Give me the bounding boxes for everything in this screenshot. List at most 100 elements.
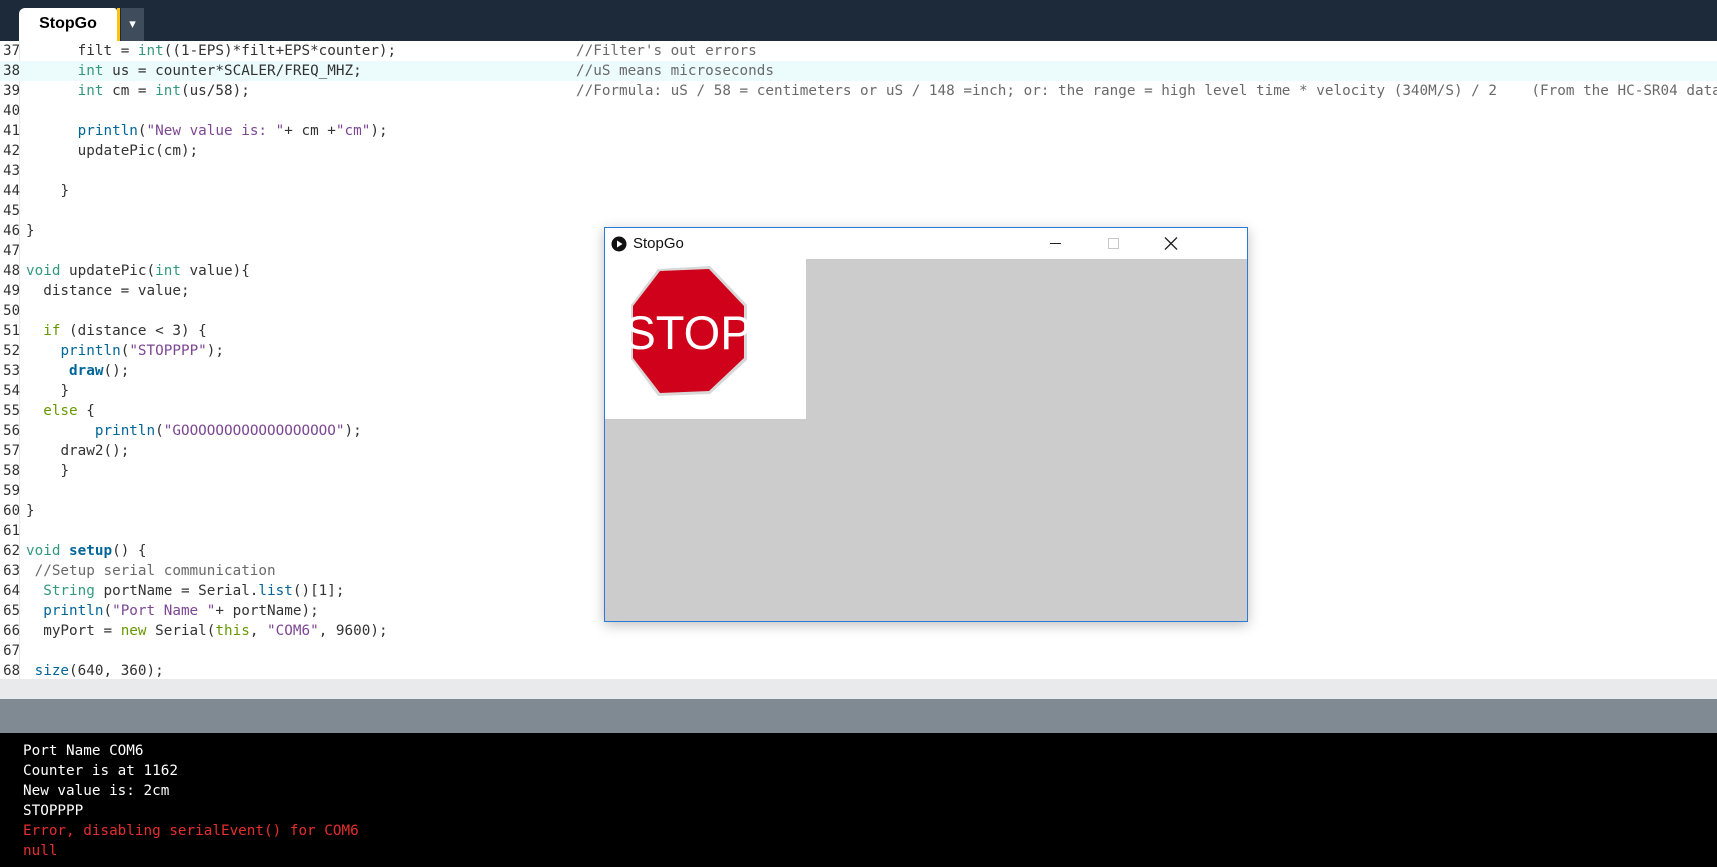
code-token: filt =: [77, 43, 138, 59]
sketch-window-titlebar[interactable]: StopGo: [605, 228, 1247, 259]
minimize-button[interactable]: [1026, 228, 1084, 259]
code-token: us = counter*SCALER/FREQ_MHZ;: [103, 63, 362, 79]
code-token: (distance < 3) {: [60, 323, 207, 339]
code-line[interactable]: 67: [0, 641, 1717, 661]
code-token: {: [77, 403, 95, 419]
code-token: (: [137, 123, 147, 139]
code-token: "Port Name ": [112, 603, 216, 619]
sketch-window-title: StopGo: [633, 235, 684, 252]
code-token: int: [77, 83, 104, 99]
code-token: );: [206, 343, 224, 359]
code-text: int us = counter*SCALER/FREQ_MHZ;: [26, 61, 362, 81]
code-text: draw2();: [26, 441, 129, 461]
close-button[interactable]: [1142, 228, 1200, 259]
code-line[interactable]: 37 filt = int((1-EPS)*filt+EPS*counter);…: [0, 41, 1717, 61]
line-number: 49: [3, 283, 20, 299]
code-line[interactable]: 42 updatePic(cm);: [0, 141, 1717, 161]
line-number: 66: [3, 623, 20, 639]
console-line: STOPPPP: [23, 803, 84, 819]
console-line: Port Name COM6: [23, 743, 144, 759]
code-text: println("GOOOOOOOOOOOOOOOOOO");: [26, 421, 362, 441]
code-token: Serial(: [146, 623, 216, 639]
code-token: ()[1];: [292, 583, 345, 599]
code-token: //Setup serial communication: [34, 563, 276, 579]
line-number: 40: [3, 103, 20, 119]
code-token: value){: [180, 263, 250, 279]
code-line[interactable]: 45: [0, 201, 1717, 221]
code-text: }: [26, 461, 69, 481]
line-number: 50: [3, 303, 20, 319]
stop-sign-image: STOP: [605, 259, 806, 419]
console-output[interactable]: Port Name COM6 Counter is at 1162 New valu…: [0, 733, 1717, 867]
code-line[interactable]: 40: [0, 101, 1717, 121]
code-token: (: [103, 603, 113, 619]
code-token: String: [43, 583, 95, 599]
code-token: (us/58);: [180, 83, 250, 99]
code-token: new: [120, 623, 147, 639]
sketch-canvas[interactable]: STOP: [605, 259, 1247, 621]
code-line[interactable]: 68 size(640, 360);: [0, 661, 1717, 679]
code-line[interactable]: 38 int us = counter*SCALER/FREQ_MHZ; //uS…: [0, 61, 1717, 81]
code-token: println: [77, 123, 138, 139]
line-number: 39: [3, 83, 20, 99]
line-number: 41: [3, 123, 20, 139]
line-number: 67: [3, 643, 20, 659]
code-token: distance = value;: [43, 283, 190, 299]
code-token: (640, 360);: [69, 663, 164, 679]
code-token: int: [155, 263, 181, 279]
code-line[interactable]: 39 int cm = int(us/58);//Formula: uS / 5…: [0, 81, 1717, 101]
stop-sign-icon: STOP: [624, 266, 752, 396]
code-token: }: [26, 503, 35, 519]
line-number: 56: [3, 423, 20, 439]
chevron-down-icon: ▾: [129, 17, 136, 32]
line-number: 57: [3, 443, 20, 459]
code-token: myPort =: [43, 623, 121, 639]
code-text: }: [26, 501, 35, 521]
code-token: draw: [69, 363, 104, 379]
code-line[interactable]: 66 myPort = new Serial(this, "COM6", 960…: [0, 621, 1717, 641]
tab-menu-button[interactable]: ▾: [121, 8, 144, 41]
code-text: String portName = Serial.list()[1];: [26, 581, 345, 601]
code-token: "New value is: ": [146, 123, 285, 139]
code-text: void updatePic(int value){: [26, 261, 250, 281]
code-text: }: [26, 381, 69, 401]
code-line[interactable]: 44 }: [0, 181, 1717, 201]
console-header: [0, 699, 1717, 733]
code-token: }: [60, 183, 70, 199]
stop-sign-text: STOP: [624, 306, 751, 359]
line-number: 63: [3, 563, 20, 579]
code-line[interactable]: 41 println("New value is: "+ cm +"cm");: [0, 121, 1717, 141]
console-line: New value is: 2cm: [23, 783, 170, 799]
code-line[interactable]: 43: [0, 161, 1717, 181]
code-token: }: [60, 383, 70, 399]
tab-bar: StopGo ▾: [0, 0, 1717, 41]
code-text: myPort = new Serial(this, "COM6", 9600);: [26, 621, 388, 641]
code-token: cm =: [103, 83, 156, 99]
maximize-button[interactable]: [1084, 228, 1142, 259]
code-token: portName = Serial.: [94, 583, 259, 599]
tab-stopgo[interactable]: StopGo: [19, 8, 117, 41]
code-text: else {: [26, 401, 95, 421]
line-number: 65: [3, 603, 20, 619]
code-token: if: [43, 323, 61, 339]
sketch-window[interactable]: StopGo STOP: [604, 227, 1248, 622]
line-number: 42: [3, 143, 20, 159]
code-token: int: [155, 83, 181, 99]
console-error-line: null: [23, 843, 58, 859]
code-token: "cm": [335, 123, 371, 139]
code-token: , 9600);: [318, 623, 388, 639]
code-text: filt = int((1-EPS)*filt+EPS*counter);: [26, 41, 397, 61]
code-text: distance = value;: [26, 281, 190, 301]
code-token: void: [26, 263, 61, 279]
code-token: );: [344, 423, 362, 439]
code-text: draw();: [26, 361, 129, 381]
code-text: println("Port Name "+ portName);: [26, 601, 318, 621]
